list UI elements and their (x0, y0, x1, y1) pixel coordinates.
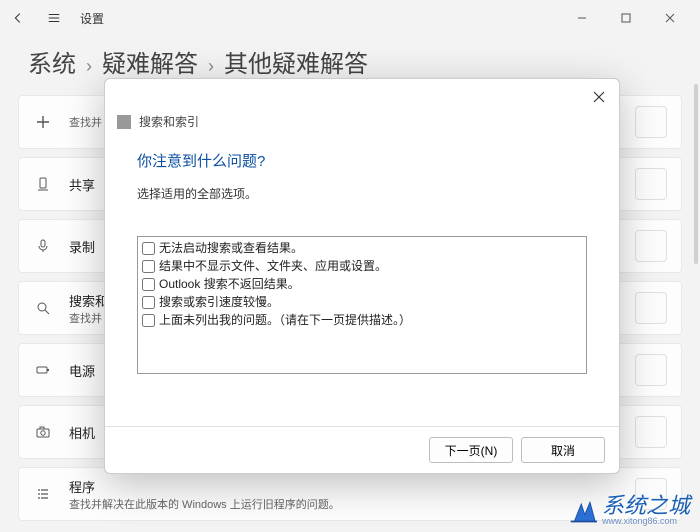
share-icon (33, 174, 53, 194)
window-title: 设置 (80, 10, 104, 27)
cancel-button[interactable]: 取消 (521, 437, 605, 463)
run-button[interactable] (635, 292, 667, 324)
watermark-url: www.xitong86.com (602, 517, 690, 526)
option-row[interactable]: 无法启动搜索或查看结果。 (142, 239, 582, 257)
option-checkbox[interactable] (142, 242, 155, 255)
troubleshooter-dialog: 搜索和索引 你注意到什么问题? 选择适用的全部选项。 无法启动搜索或查看结果。 … (104, 78, 620, 474)
run-button[interactable] (635, 354, 667, 386)
search-icon (33, 298, 53, 318)
mic-icon (33, 236, 53, 256)
run-button[interactable] (635, 416, 667, 448)
battery-icon (33, 360, 53, 380)
breadcrumb-current: 其他疑难解答 (224, 44, 368, 79)
dialog-question: 你注意到什么问题? (137, 150, 587, 171)
option-row[interactable]: 搜索或索引速度较慢。 (142, 293, 582, 311)
dialog-close-button[interactable] (589, 87, 609, 107)
option-checkbox[interactable] (142, 314, 155, 327)
list-item-title: 搜索和 (69, 291, 108, 310)
chevron-right-icon: › (86, 56, 92, 77)
hamburger-button[interactable] (44, 8, 64, 28)
list-item-title: 相机 (69, 423, 95, 442)
list-item-title: 共享 (69, 175, 95, 194)
options-box: 无法启动搜索或查看结果。 结果中不显示文件、文件夹、应用或设置。 Outlook… (137, 236, 587, 374)
dialog-hint: 选择适用的全部选项。 (137, 185, 587, 202)
list-item-sub: 查找并 (69, 310, 108, 326)
settings-window: 设置 系统 › 疑难解答 › 其他疑难解答 查找并 共享 录制 (0, 0, 700, 532)
scrollbar[interactable] (694, 84, 698, 264)
option-row[interactable]: 上面未列出我的问题。（请在下一页提供描述。） (142, 311, 582, 329)
option-label: 搜索或索引速度较慢。 (159, 293, 279, 311)
close-button[interactable] (648, 2, 692, 34)
breadcrumb-item[interactable]: 疑难解答 (102, 44, 198, 79)
run-button[interactable] (635, 168, 667, 200)
list-item-title: 电源 (69, 361, 95, 380)
list-item-sub: 查找并解决在此版本的 Windows 上运行旧程序的问题。 (69, 496, 340, 512)
run-button[interactable] (635, 230, 667, 262)
dialog-header: 搜索和索引 (105, 79, 619, 136)
next-button[interactable]: 下一页(N) (429, 437, 513, 463)
window-icon (117, 115, 131, 129)
plus-icon (33, 112, 53, 132)
option-label: 结果中不显示文件、文件夹、应用或设置。 (159, 257, 387, 275)
titlebar: 设置 (0, 0, 700, 36)
option-checkbox[interactable] (142, 296, 155, 309)
option-checkbox[interactable] (142, 260, 155, 273)
watermark-logo-icon (568, 497, 598, 525)
maximize-button[interactable] (604, 2, 648, 34)
option-row[interactable]: Outlook 搜索不返回结果。 (142, 275, 582, 293)
watermark: 系统之城 www.xitong86.com (568, 495, 690, 526)
list-item-title: 录制 (69, 237, 95, 256)
minimize-button[interactable] (560, 2, 604, 34)
option-label: Outlook 搜索不返回结果。 (159, 275, 300, 293)
dialog-title: 搜索和索引 (139, 113, 199, 130)
list-icon (33, 484, 53, 504)
watermark-text: 系统之城 (602, 495, 690, 517)
option-row[interactable]: 结果中不显示文件、文件夹、应用或设置。 (142, 257, 582, 275)
run-button[interactable] (635, 106, 667, 138)
option-checkbox[interactable] (142, 278, 155, 291)
camera-icon (33, 422, 53, 442)
chevron-right-icon: › (208, 56, 214, 77)
dialog-footer: 下一页(N) 取消 (105, 426, 619, 473)
option-label: 上面未列出我的问题。（请在下一页提供描述。） (159, 311, 411, 329)
list-item-title: 程序 (69, 477, 340, 496)
list-item-sub: 查找并 (69, 114, 102, 130)
breadcrumb-item[interactable]: 系统 (28, 44, 76, 79)
back-button[interactable] (8, 8, 28, 28)
option-label: 无法启动搜索或查看结果。 (159, 239, 303, 257)
